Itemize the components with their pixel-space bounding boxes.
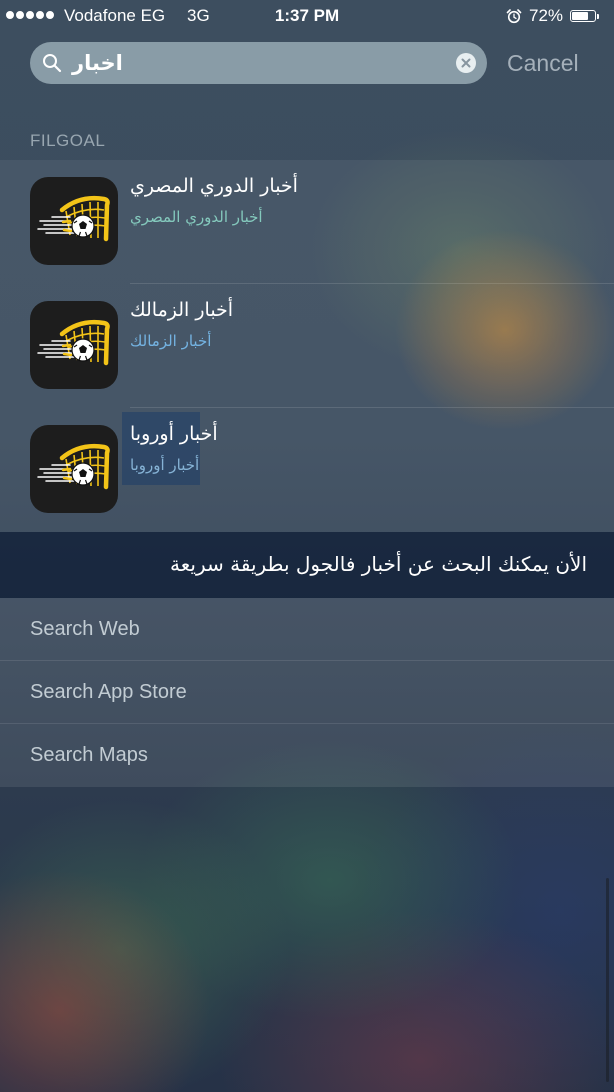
signal-dot (26, 11, 34, 19)
signal-dot (36, 11, 44, 19)
search-suggestions: Search Web Search App Store Search Maps (0, 598, 614, 787)
clear-icon[interactable] (456, 53, 476, 73)
battery-icon (570, 10, 596, 22)
search-app-store-row[interactable]: Search App Store (0, 661, 614, 724)
search-icon (43, 54, 62, 73)
result-row[interactable]: أخبار الدوري المصري أخبار الدوري المصري (0, 160, 614, 284)
carrier-name: Vodafone EG (64, 6, 166, 25)
battery-fill (572, 12, 588, 20)
signal-dot (16, 11, 24, 19)
suggestion-label: Search Maps (30, 744, 148, 766)
signal-dot (6, 11, 14, 19)
filgoal-app-icon (30, 425, 118, 513)
result-title: أخبار الزمالك (130, 299, 234, 321)
signal-strength-indicator (6, 11, 54, 19)
alarm-icon (506, 9, 522, 24)
filgoal-app-icon (30, 177, 118, 265)
result-row[interactable]: أخبار أوروبا أخبار أوروبا (0, 408, 614, 532)
signal-dot (46, 11, 54, 19)
result-title: أخبار الدوري المصري (130, 175, 298, 197)
result-title: أخبار أوروبا (130, 423, 218, 445)
cancel-button[interactable]: Cancel (507, 49, 579, 77)
result-row[interactable]: أخبار الزمالك أخبار الزمالك (0, 284, 614, 408)
search-query[interactable]: اخبار (72, 49, 123, 77)
result-subtitle: أخبار الزمالك (130, 332, 212, 350)
network-type: 3G (187, 6, 210, 25)
results-list: أخبار الدوري المصري أخبار الدوري المصري … (0, 160, 614, 532)
search-web-row[interactable]: Search Web (0, 598, 614, 661)
status-time: 1:37 PM (274, 6, 340, 25)
search-field[interactable]: اخبار (30, 42, 487, 84)
filgoal-app-icon (30, 301, 118, 389)
battery-nub (597, 14, 599, 19)
promo-banner-text: الأن يمكنك البحث عن أخبار فالجول بطريقة … (170, 552, 587, 576)
battery-percentage: 72% (529, 6, 564, 25)
promo-banner: الأن يمكنك البحث عن أخبار فالجول بطريقة … (0, 532, 614, 598)
result-subtitle: أخبار أوروبا (130, 456, 200, 474)
suggestion-label: Search Web (30, 618, 140, 640)
suggestion-label: Search App Store (30, 681, 187, 703)
search-maps-row[interactable]: Search Maps (0, 724, 614, 787)
section-header: FILGOAL (30, 131, 106, 150)
result-subtitle: أخبار الدوري المصري (130, 208, 263, 226)
scroll-indicator[interactable] (606, 878, 609, 1082)
